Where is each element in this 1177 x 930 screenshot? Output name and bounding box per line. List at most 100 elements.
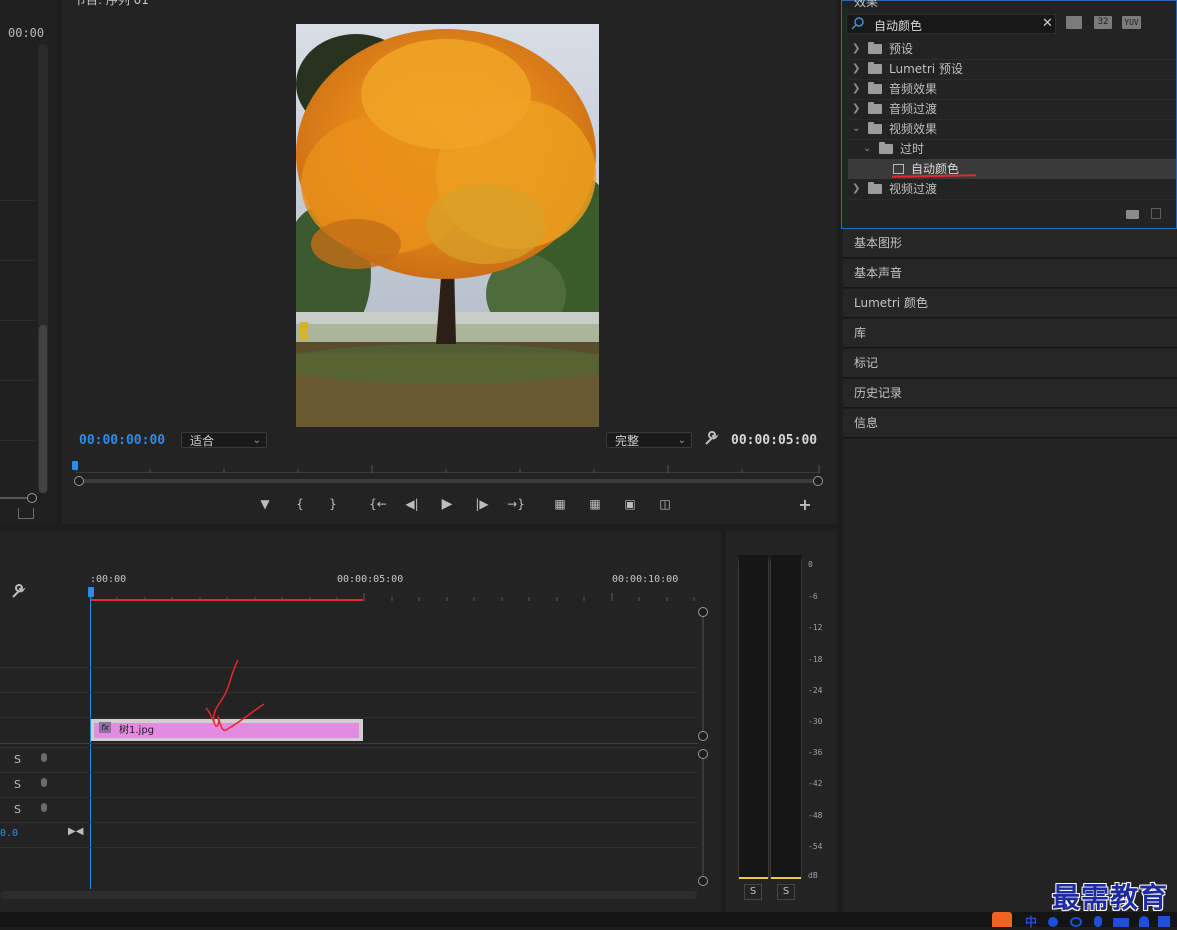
clear-search-icon[interactable]: ✕ xyxy=(1042,16,1053,31)
program-zoom-bar[interactable] xyxy=(79,479,819,483)
folder-icon xyxy=(868,122,882,134)
meter-scale-6: -6 xyxy=(808,592,818,601)
source-panel-line xyxy=(0,320,36,321)
track-divider xyxy=(0,822,698,823)
extract-icon[interactable]: ▦ xyxy=(585,495,605,513)
folder-icon xyxy=(868,182,882,194)
video-scroll-bottom-handle[interactable] xyxy=(698,731,708,741)
camera-icon[interactable]: ▣ xyxy=(620,495,640,513)
lift-icon[interactable]: ▦ xyxy=(550,495,570,513)
audio-track-1-solo[interactable]: S xyxy=(14,753,21,766)
mark-out-icon[interactable]: } xyxy=(323,495,343,513)
zoom-bar-left-handle[interactable] xyxy=(74,476,84,486)
tree-item-video-effects[interactable]: ⌄ 视频效果 xyxy=(848,119,1176,140)
audio-scrollbar[interactable] xyxy=(702,755,704,881)
zoom-level-select[interactable]: 适合 ⌄ xyxy=(181,432,267,448)
meter-channel-right xyxy=(770,555,802,879)
playback-quality-value: 完整 xyxy=(615,434,640,448)
section-essential-graphics[interactable]: 基本图形 xyxy=(843,229,1177,258)
ime-language-label[interactable]: 中 xyxy=(1025,913,1037,930)
zoom-bar-right-handle[interactable] xyxy=(813,476,823,486)
clip-fx-badge[interactable]: fx xyxy=(99,722,111,733)
tree-item-audio-effects[interactable]: ❯ 音频效果 xyxy=(848,79,1176,100)
audio-scroll-top-handle[interactable] xyxy=(698,749,708,759)
effect-icon xyxy=(893,164,904,174)
video-scrollbar[interactable] xyxy=(702,611,704,737)
tree-item-video-transitions[interactable]: ❯ 视频过渡 xyxy=(848,179,1176,200)
audio-scroll-bottom-handle[interactable] xyxy=(698,876,708,886)
new-bin-icon[interactable] xyxy=(1126,210,1139,219)
accelerated-effects-icon[interactable] xyxy=(1066,16,1082,29)
track-divider xyxy=(0,692,698,693)
yuv-effects-icon[interactable]: YUV xyxy=(1122,16,1141,29)
section-label: 库 xyxy=(854,326,867,340)
section-libraries[interactable]: 库 xyxy=(843,319,1177,348)
meter-solo-right[interactable]: S xyxy=(777,884,795,900)
add-marker-icon[interactable]: ▼ xyxy=(255,495,275,513)
timeline-playhead-handle[interactable] xyxy=(88,587,94,597)
ime-emoji-icon[interactable] xyxy=(1070,917,1082,927)
tree-item-obsolete[interactable]: ⌄ 过时 xyxy=(848,139,1176,160)
tree-item-auto-color[interactable]: 自动颜色 xyxy=(848,159,1176,179)
section-lumetri-color[interactable]: Lumetri 颜色 xyxy=(843,289,1177,318)
mark-in-icon[interactable]: { xyxy=(290,495,310,513)
source-zoom-handle[interactable] xyxy=(27,493,37,503)
source-scrollbar-thumb[interactable] xyxy=(39,325,47,493)
section-essential-sound[interactable]: 基本声音 xyxy=(843,259,1177,288)
tree-item-lumetri-presets[interactable]: ❯ Lumetri 预设 xyxy=(848,59,1176,80)
playback-quality-select[interactable]: 完整 ⌄ xyxy=(606,432,692,448)
microphone-icon[interactable] xyxy=(41,778,47,787)
section-markers[interactable]: 标记 xyxy=(843,349,1177,378)
chevron-right-icon: ❯ xyxy=(852,183,861,194)
compare-view-icon[interactable]: ◫ xyxy=(655,495,675,513)
chevron-down-icon: ⌄ xyxy=(252,435,261,446)
go-to-in-icon[interactable]: {← xyxy=(368,495,388,513)
search-icon xyxy=(851,17,864,30)
add-button-icon[interactable]: + xyxy=(795,496,815,514)
section-info[interactable]: 信息 xyxy=(843,409,1177,438)
ime-voice-icon[interactable] xyxy=(1094,916,1102,927)
timeline-horizontal-scrollbar[interactable] xyxy=(0,891,697,899)
audio-track-3-solo[interactable]: S xyxy=(14,803,21,816)
tree-item-audio-transitions[interactable]: ❯ 音频过渡 xyxy=(848,99,1176,120)
chevron-right-icon: ❯ xyxy=(852,43,861,54)
timeline-wrench-icon[interactable] xyxy=(10,584,26,600)
effects-search-value: 自动颜色 xyxy=(874,19,923,33)
program-current-timecode[interactable]: 00:00:00:00 xyxy=(79,433,165,448)
sogou-ime-icon[interactable] xyxy=(992,912,1012,927)
source-zoom-slider[interactable] xyxy=(0,497,30,499)
ime-skin-icon[interactable] xyxy=(1158,916,1170,927)
play-icon[interactable]: ▶ xyxy=(437,495,457,513)
insert-icon[interactable] xyxy=(18,508,34,519)
work-area-bar[interactable] xyxy=(90,599,363,601)
tree-item-presets[interactable]: ❯ 预设 xyxy=(848,39,1176,60)
tree-item-label: 过时 xyxy=(900,142,925,156)
ime-user-icon[interactable] xyxy=(1139,916,1149,927)
section-label: 标记 xyxy=(854,356,879,370)
program-time-ruler[interactable] xyxy=(75,462,820,473)
ime-punctuation-icon[interactable] xyxy=(1048,917,1058,927)
folder-icon xyxy=(868,82,882,94)
wrench-icon[interactable] xyxy=(703,431,719,447)
meter-peak-left xyxy=(739,877,768,879)
audio-track-2-solo[interactable]: S xyxy=(14,778,21,791)
32bit-effects-icon[interactable]: 32 xyxy=(1094,16,1112,29)
section-label: 基本图形 xyxy=(854,236,903,250)
trash-icon[interactable] xyxy=(1151,208,1161,219)
microphone-icon[interactable] xyxy=(41,753,47,762)
ime-keyboard-icon[interactable] xyxy=(1113,918,1129,927)
go-to-out-icon[interactable]: →} xyxy=(506,495,526,513)
section-history[interactable]: 历史记录 xyxy=(843,379,1177,408)
effects-search-field[interactable]: 自动颜色 ✕ xyxy=(846,14,1056,34)
program-playhead[interactable] xyxy=(72,461,78,470)
bowtie-icon[interactable]: ▶◀ xyxy=(68,826,83,837)
section-label: 信息 xyxy=(854,416,879,430)
master-volume-value[interactable]: 0.0 xyxy=(0,828,18,839)
video-scroll-top-handle[interactable] xyxy=(698,607,708,617)
step-forward-icon[interactable]: |▶ xyxy=(472,495,492,513)
step-back-icon[interactable]: ◀| xyxy=(402,495,422,513)
microphone-icon[interactable] xyxy=(41,803,47,812)
preset-folder-icon xyxy=(868,42,882,54)
program-monitor-title: 节目: 序列 01 xyxy=(74,0,149,7)
meter-solo-left[interactable]: S xyxy=(744,884,762,900)
